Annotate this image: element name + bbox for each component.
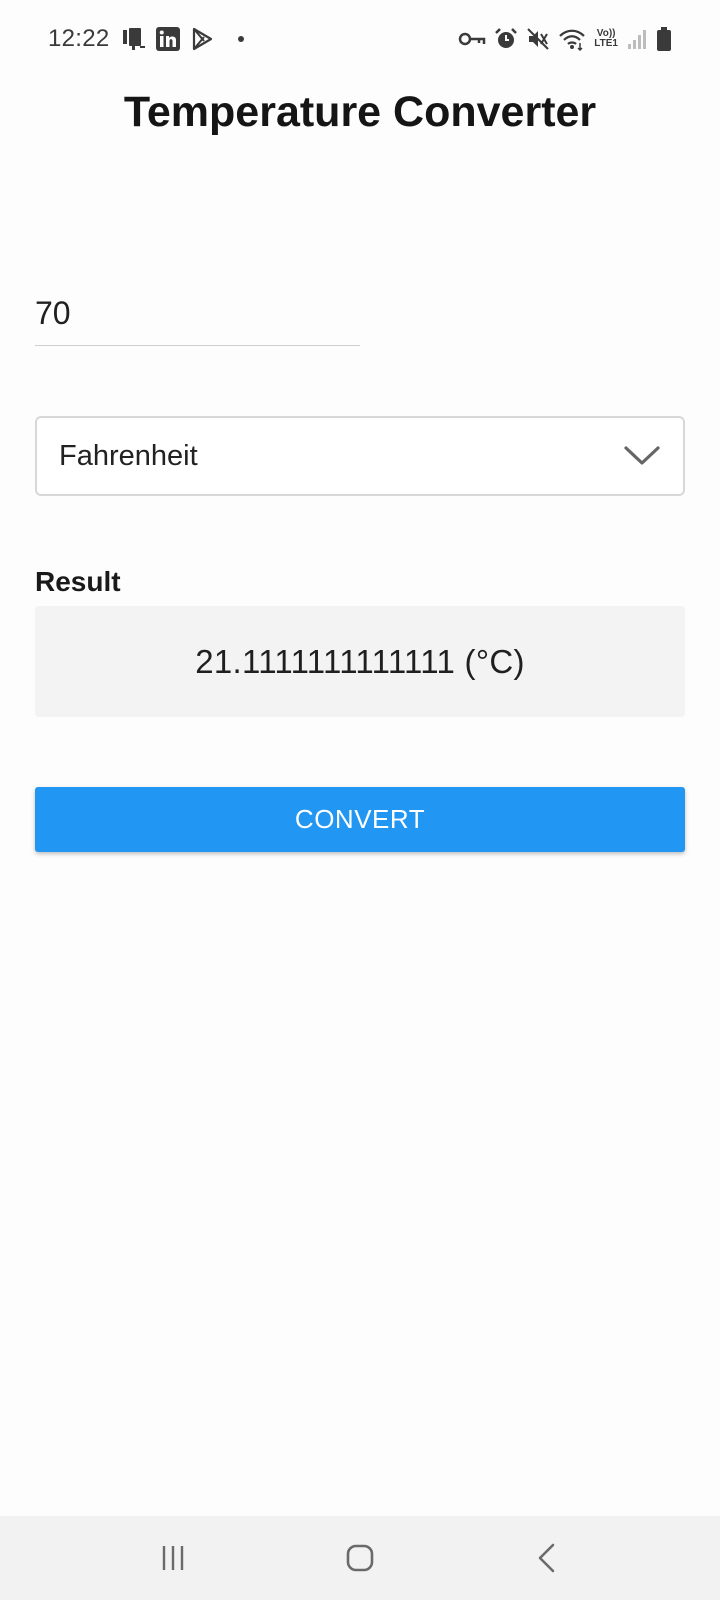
status-bar-left: 12:22: [48, 25, 244, 53]
alarm-icon: [494, 27, 518, 51]
recent-apps-icon[interactable]: [133, 1528, 213, 1588]
temperature-input[interactable]: [35, 282, 360, 346]
status-bar: 12:22 Vo)) LTE1: [0, 0, 720, 78]
clock: 12:22: [48, 25, 110, 52]
unit-dropdown-value: Fahrenheit: [59, 439, 198, 472]
lte-label: LTE1: [594, 38, 618, 49]
screen: 12:22 Vo)) LTE1 Temperature Converter 70…: [0, 0, 720, 1600]
linkedin-icon: [155, 27, 180, 51]
result-box: 21.1111111111111 (°C): [35, 606, 685, 717]
home-icon[interactable]: [320, 1528, 400, 1588]
play-store-icon: [190, 27, 214, 51]
wifi-icon: [558, 27, 586, 51]
page-title: Temperature Converter: [123, 88, 597, 136]
volte-lte-icon: Vo)) LTE1: [594, 29, 618, 49]
back-icon[interactable]: [507, 1528, 587, 1588]
chevron-down-icon: [623, 444, 661, 468]
vpn-key-icon: [458, 29, 486, 49]
convert-button[interactable]: CONVERT: [35, 787, 685, 852]
battery-icon: [656, 26, 672, 52]
sim-card-icon: [120, 26, 146, 52]
signal-icon: [626, 28, 648, 50]
status-bar-right: Vo)) LTE1: [458, 26, 672, 52]
unit-dropdown[interactable]: Fahrenheit: [35, 416, 685, 496]
result-value: 21.1111111111111 (°C): [195, 642, 525, 680]
nav-bar: [0, 1516, 720, 1600]
mute-icon: [526, 27, 550, 51]
result-heading: Result: [35, 566, 121, 597]
notification-dot-icon: [237, 36, 244, 42]
